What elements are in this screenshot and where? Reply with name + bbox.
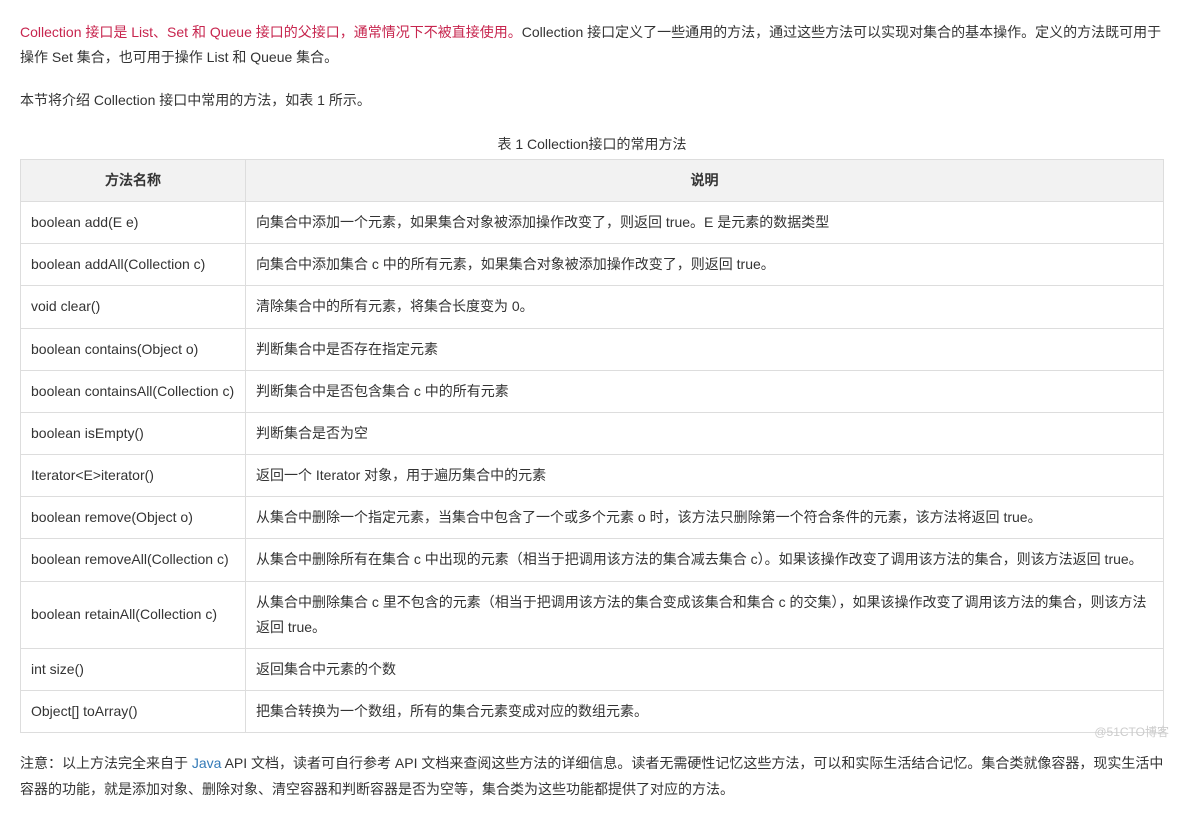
description-cell: 向集合中添加集合 c 中的所有元素，如果集合对象被添加操作改变了，则返回 tru… xyxy=(246,244,1164,286)
method-cell: void clear() xyxy=(21,286,246,328)
description-cell: 返回集合中元素的个数 xyxy=(246,649,1164,691)
intro-paragraph-2: 本节将介绍 Collection 接口中常用的方法，如表 1 所示。 xyxy=(20,88,1164,113)
description-cell: 从集合中删除所有在集合 c 中出现的元素（相当于把调用该方法的集合减去集合 c）… xyxy=(246,539,1164,581)
method-cell: boolean containsAll(Collection c) xyxy=(21,370,246,412)
intro-paragraph-1: Collection 接口是 List、Set 和 Queue 接口的父接口，通… xyxy=(20,20,1164,70)
header-method: 方法名称 xyxy=(21,159,246,201)
description-cell: 返回一个 Iterator 对象，用于遍历集合中的元素 xyxy=(246,455,1164,497)
method-cell: boolean add(E e) xyxy=(21,201,246,243)
method-cell: boolean isEmpty() xyxy=(21,412,246,454)
header-description: 说明 xyxy=(246,159,1164,201)
description-cell: 从集合中删除集合 c 里不包含的元素（相当于把调用该方法的集合变成该集合和集合 … xyxy=(246,581,1164,648)
table-row: boolean isEmpty()判断集合是否为空 xyxy=(21,412,1164,454)
table-body: boolean add(E e)向集合中添加一个元素，如果集合对象被添加操作改变… xyxy=(21,201,1164,732)
method-cell: boolean contains(Object o) xyxy=(21,328,246,370)
method-cell: int size() xyxy=(21,649,246,691)
method-cell: Iterator<E>iterator() xyxy=(21,455,246,497)
table-caption: 表 1 Collection接口的常用方法 xyxy=(20,132,1164,157)
methods-table: 方法名称 说明 boolean add(E e)向集合中添加一个元素，如果集合对… xyxy=(20,159,1164,734)
method-cell: boolean retainAll(Collection c) xyxy=(21,581,246,648)
method-cell: boolean removeAll(Collection c) xyxy=(21,539,246,581)
table-row: boolean remove(Object o)从集合中删除一个指定元素，当集合… xyxy=(21,497,1164,539)
java-link[interactable]: Java xyxy=(192,755,222,771)
method-cell: Object[] toArray() xyxy=(21,691,246,733)
method-cell: boolean remove(Object o) xyxy=(21,497,246,539)
table-row: boolean removeAll(Collection c)从集合中删除所有在… xyxy=(21,539,1164,581)
method-cell: boolean addAll(Collection c) xyxy=(21,244,246,286)
note-prefix: 注意：以上方法完全来自于 xyxy=(20,755,192,771)
table-row: boolean add(E e)向集合中添加一个元素，如果集合对象被添加操作改变… xyxy=(21,201,1164,243)
table-header-row: 方法名称 说明 xyxy=(21,159,1164,201)
table-row: Object[] toArray()把集合转换为一个数组，所有的集合元素变成对应… xyxy=(21,691,1164,733)
description-cell: 清除集合中的所有元素，将集合长度变为 0。 xyxy=(246,286,1164,328)
table-row: boolean containsAll(Collection c)判断集合中是否… xyxy=(21,370,1164,412)
intro-highlight: Collection 接口是 List、Set 和 Queue 接口的父接口，通… xyxy=(20,24,522,40)
description-cell: 判断集合中是否存在指定元素 xyxy=(246,328,1164,370)
table-row: Iterator<E>iterator()返回一个 Iterator 对象，用于… xyxy=(21,455,1164,497)
table-row: boolean addAll(Collection c)向集合中添加集合 c 中… xyxy=(21,244,1164,286)
table-row: void clear()清除集合中的所有元素，将集合长度变为 0。 xyxy=(21,286,1164,328)
description-cell: 把集合转换为一个数组，所有的集合元素变成对应的数组元素。 xyxy=(246,691,1164,733)
description-cell: 判断集合是否为空 xyxy=(246,412,1164,454)
table-row: boolean contains(Object o)判断集合中是否存在指定元素 xyxy=(21,328,1164,370)
table-row: boolean retainAll(Collection c)从集合中删除集合 … xyxy=(21,581,1164,648)
table-row: int size()返回集合中元素的个数 xyxy=(21,649,1164,691)
description-cell: 判断集合中是否包含集合 c 中的所有元素 xyxy=(246,370,1164,412)
description-cell: 从集合中删除一个指定元素，当集合中包含了一个或多个元素 o 时，该方法只删除第一… xyxy=(246,497,1164,539)
description-cell: 向集合中添加一个元素，如果集合对象被添加操作改变了，则返回 true。E 是元素… xyxy=(246,201,1164,243)
